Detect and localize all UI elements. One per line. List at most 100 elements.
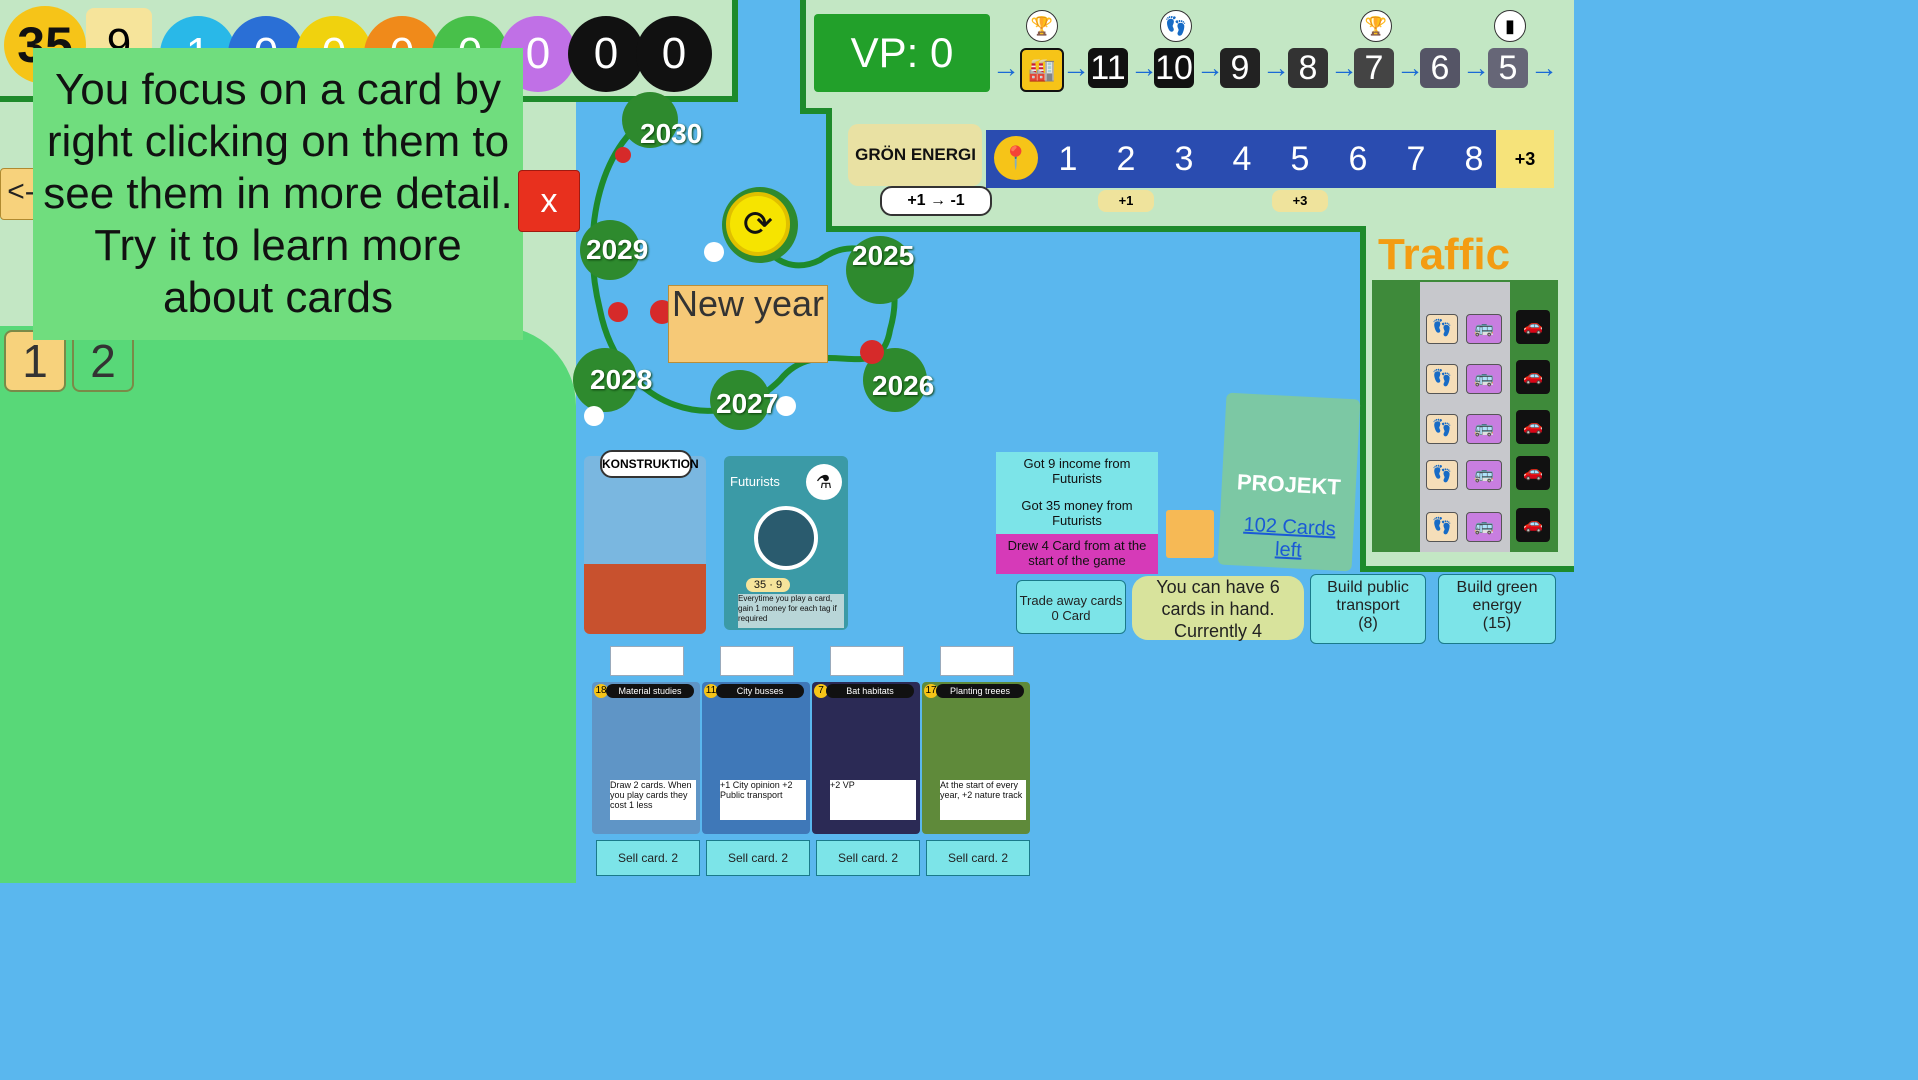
sell-card-button[interactable]: Sell card. 2 (596, 840, 700, 876)
futurists-card[interactable]: Futurists ⚗ 35 · 9 Everytime you play a … (724, 456, 848, 630)
bus-icon: 🚌 (1466, 414, 1502, 444)
log-entry: Got 35 money from Futurists (996, 494, 1158, 534)
hand-card-material-studies[interactable]: 18 Material studies Draw 2 cards. When y… (592, 682, 700, 834)
hand-card-planting-trees[interactable]: 17 Planting treees At the start of every… (922, 682, 1030, 834)
bus-icon: 🚌 (1466, 460, 1502, 490)
traffic-row: 👣 🚌 🚗 (1426, 360, 1556, 394)
traffic-row: 👣 🚌 🚗 (1426, 456, 1556, 490)
hand-limit-info: You can have 6 cards in hand. Currently … (1132, 576, 1304, 641)
trade-sub: 0 Card (1051, 608, 1091, 623)
konstruktion-card[interactable] (584, 456, 706, 634)
bus-count: 0 (593, 29, 619, 78)
car-icon: 🚗 (1516, 360, 1550, 394)
vp-step-8: 8 (1288, 48, 1328, 88)
year-2025: 2025 (852, 240, 915, 271)
bus-icon: 🚌 (1466, 314, 1502, 344)
trade-label: Trade away cards (1019, 593, 1123, 608)
bus-icon: 🚌 (1466, 364, 1502, 394)
new-year-button[interactable]: New year (668, 285, 828, 363)
sell-card-button[interactable]: Sell card. 2 (706, 840, 810, 876)
year-2026: 2026 (872, 370, 935, 401)
arrow-icon: → (1530, 52, 1558, 83)
discard-pile-icon[interactable] (1166, 510, 1214, 558)
energy-end-reward: +3 (1496, 130, 1554, 188)
energy-step: 3 (1174, 140, 1194, 178)
futurists-cost: 35 · 9 (746, 578, 790, 592)
card-slot[interactable] (610, 646, 684, 676)
card-title: Bat habitats (826, 684, 914, 698)
vp-step-10: 10 (1154, 48, 1194, 88)
brick-wall-art (584, 564, 706, 634)
arrow-icon: → (1062, 52, 1090, 83)
footsteps-icon: 👣 (1426, 512, 1458, 542)
gauge-icon (754, 506, 818, 570)
year-2027: 2027 (716, 388, 779, 419)
car-icon: 🚗 (1516, 508, 1550, 542)
card-text: +1 City opinion +2 Public transport (720, 780, 806, 820)
footsteps-icon: 👣 (1160, 10, 1192, 42)
build-transport-button[interactable]: Build public transport (8) (1310, 574, 1426, 644)
energy-step: 4 (1232, 140, 1252, 178)
card-slot[interactable] (940, 646, 1014, 676)
vp-counter: VP: 0 (814, 14, 990, 92)
energy-bonus: +1 (1098, 190, 1154, 212)
build-energy-label: Build green energy (1456, 579, 1538, 614)
futurists-cost-value: 35 (753, 579, 767, 591)
energy-step: 6 (1348, 140, 1368, 178)
card-title: Material studies (606, 684, 694, 698)
tutorial-tooltip: You focus on a card by right clicking on… (33, 48, 523, 340)
traffic-row: 👣 🚌 🚗 (1426, 310, 1556, 344)
build-transport-label: Build public transport (1327, 579, 1409, 614)
deck-count-link[interactable]: 102 Cards left (1228, 513, 1350, 565)
card-slot[interactable] (720, 646, 794, 676)
build-energy-button[interactable]: Build green energy (15) (1438, 574, 1556, 644)
card-title: Planting treees (936, 684, 1024, 698)
log-entry: Got 9 income from Futurists (996, 452, 1158, 494)
star-count: 0 (661, 29, 687, 78)
card-text: At the start of every year, +2 nature tr… (940, 780, 1026, 820)
car-icon: 🚗 (1516, 410, 1550, 444)
futurists-tag-value: 9 (775, 579, 783, 591)
sell-card-button[interactable]: Sell card. 2 (816, 840, 920, 876)
energy-marker-icon: 📍 (994, 136, 1038, 180)
sell-card-button[interactable]: Sell card. 2 (926, 840, 1030, 876)
car-icon: 🚗 (1516, 456, 1550, 490)
traffic-row: 👣 🚌 🚗 (1426, 410, 1556, 444)
footsteps-icon: 👣 (1426, 364, 1458, 394)
card-slot[interactable] (830, 646, 904, 676)
flask-icon: ⚗ (806, 464, 842, 500)
energy-bonus: +3 (1272, 190, 1328, 212)
current-year-marker-icon: ⟳ (726, 192, 790, 256)
footsteps-icon: 👣 (1426, 460, 1458, 490)
arrow-icon: → (1462, 52, 1490, 83)
hand-card-bat-habitats[interactable]: 7 Bat habitats +2 VP (812, 682, 920, 834)
trade-cards-button[interactable]: Trade away cards 0 Card (1016, 580, 1126, 634)
energy-step: 1 (1058, 140, 1078, 178)
year-2029: 2029 (586, 234, 649, 265)
card-text: Draw 2 cards. When you play cards they c… (610, 780, 696, 820)
card-title: City busses (716, 684, 804, 698)
footsteps-icon: 👣 (1426, 314, 1458, 344)
car-icon: 🚗 (1516, 310, 1550, 344)
vp-step-11: 11 (1088, 48, 1128, 88)
vp-step-5: 5 (1488, 48, 1528, 88)
energy-step: 7 (1406, 140, 1426, 178)
card-text: +2 VP (830, 780, 916, 820)
log-entry: Drew 4 Card from at the start of the gam… (996, 534, 1158, 574)
deck-title: PROJEKT (1236, 469, 1342, 500)
year-2030: 2030 (640, 118, 703, 149)
hand-card-city-busses[interactable]: 11 City busses +1 City opinion +2 Public… (702, 682, 810, 834)
traffic-row: 👣 🚌 🚗 (1426, 508, 1556, 542)
energy-step: 2 (1116, 140, 1136, 178)
build-transport-cost: (8) (1358, 615, 1378, 632)
arrow-icon: → (992, 52, 1020, 83)
trophy-icon: 🏆 (1360, 10, 1392, 42)
trophy-icon: 🏆 (1026, 10, 1058, 42)
futurists-text: Everytime you play a card, gain 1 money … (738, 594, 844, 628)
footsteps-icon: 👣 (1426, 414, 1458, 444)
energy-step: 8 (1464, 140, 1484, 178)
energy-conversion: +1 → -1 (880, 186, 992, 216)
build-energy-cost: (15) (1482, 615, 1512, 632)
project-deck[interactable]: PROJEKT 102 Cards left (1217, 392, 1361, 572)
green-energy-title: GRÖN ENERGI (848, 124, 982, 186)
